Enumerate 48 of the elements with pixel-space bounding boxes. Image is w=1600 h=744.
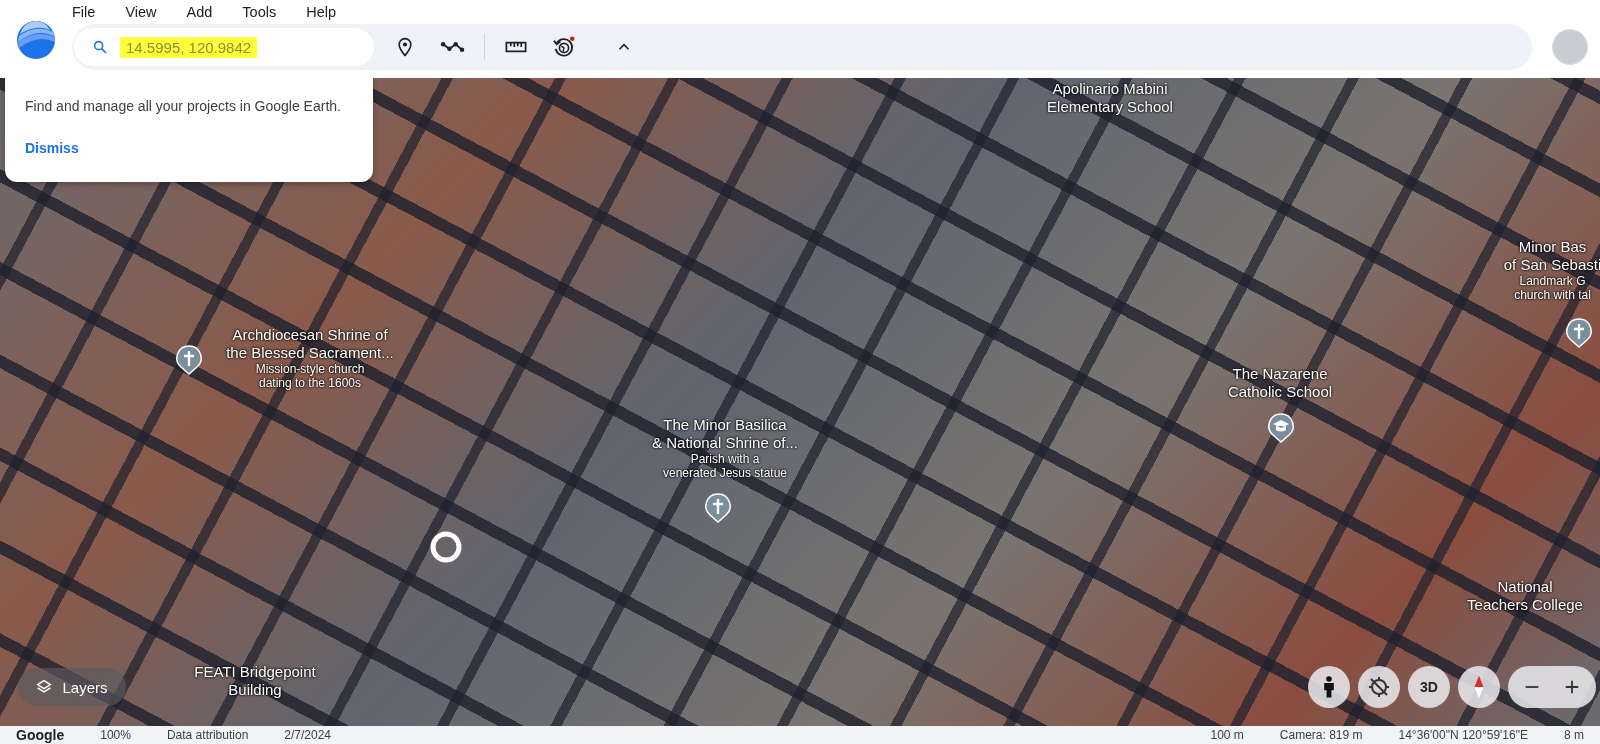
- place-description: Landmark G: [1519, 274, 1586, 288]
- place-label[interactable]: The Nazarene: [1232, 365, 1328, 383]
- place-description: church with tal: [1514, 288, 1591, 302]
- place-description: dating to the 1600s: [258, 376, 362, 390]
- menu-item[interactable]: Add: [186, 4, 213, 20]
- menu-item[interactable]: Tools: [242, 4, 277, 20]
- popup-message: Find and manage all your projects in Google Earth.: [25, 98, 342, 114]
- cross-pin-icon[interactable]: [1566, 318, 1592, 348]
- place-description: Mission-style church: [255, 362, 365, 376]
- place-label[interactable]: National: [1497, 578, 1553, 596]
- elevation: 8 m: [1564, 728, 1584, 742]
- place-label[interactable]: The Minor Basilica: [663, 416, 787, 434]
- place-label[interactable]: Apolinario Mabini: [1052, 80, 1168, 98]
- place-label[interactable]: Catholic School: [1227, 383, 1333, 401]
- street-view-person-icon[interactable]: [1308, 666, 1350, 708]
- place-description: Parish with a: [690, 452, 760, 466]
- place-label[interactable]: the Blessed Sacrament...: [226, 344, 394, 362]
- imagery-date: 2/7/2024: [284, 728, 332, 742]
- place-label[interactable]: FEATI Bridgepoint: [194, 663, 316, 681]
- scale-label: 100 m: [1210, 728, 1244, 742]
- zoom-level: 100%: [100, 728, 131, 742]
- cross-pin-icon[interactable]: [176, 345, 202, 375]
- search-value: 14.5995, 120.9842: [120, 36, 258, 58]
- place-description: venerated Jesus statue: [662, 466, 788, 480]
- google-brand-text: Google: [16, 727, 65, 743]
- location-ring-icon: [429, 530, 463, 564]
- place-label[interactable]: Elementary School: [1047, 98, 1173, 116]
- menu-item[interactable]: File: [72, 4, 96, 20]
- layers-button[interactable]: Layers: [18, 668, 126, 706]
- place-label[interactable]: of San Sebasti: [1503, 256, 1600, 274]
- tilt-off-icon[interactable]: [1358, 666, 1400, 708]
- search-icon: [92, 39, 108, 55]
- place-label[interactable]: Building: [228, 681, 282, 699]
- 3d-view-button[interactable]: 3D: [1408, 666, 1450, 708]
- layers-icon: [36, 679, 53, 695]
- menu-item[interactable]: View: [125, 4, 157, 20]
- place-label[interactable]: Minor Bas: [1518, 238, 1587, 256]
- earth-logo-icon[interactable]: [16, 20, 56, 60]
- menu-item[interactable]: Help: [306, 4, 337, 20]
- data-attribution-link[interactable]: Data attribution: [166, 728, 249, 742]
- dismiss-link[interactable]: Dismiss: [25, 140, 79, 156]
- compass-icon[interactable]: [1458, 666, 1500, 708]
- camera-altitude: Camera: 819 m: [1279, 728, 1363, 742]
- place-label[interactable]: & National Shrine of...: [652, 434, 798, 452]
- graduation-cap-pin-icon[interactable]: [1268, 413, 1294, 443]
- coordinates: 14°36'00"N 120°59'16"E: [1398, 728, 1528, 742]
- place-label[interactable]: Archdiocesan Shrine of: [232, 326, 388, 344]
- place-label[interactable]: Teachers College: [1467, 596, 1583, 614]
